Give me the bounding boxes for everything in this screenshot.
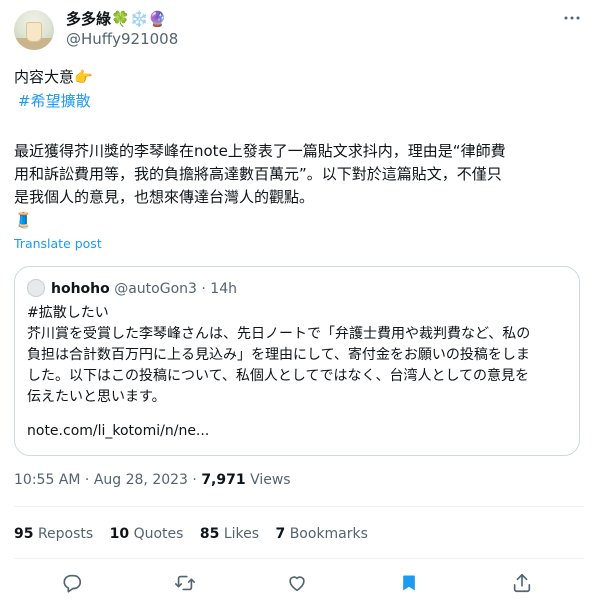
quoted-line-4: した。以下はこの投稿について、私個人としてではなく、台湾人としての意見を bbox=[27, 368, 530, 384]
quoted-separator: · bbox=[201, 281, 206, 297]
quoted-line-2: 芥川賞を受賞した李琴峰さんは、先日ノートで「弁護士費用や裁判費など、私の bbox=[27, 326, 531, 342]
author-display-name[interactable]: 多多綠🍀❄️🔮 bbox=[66, 9, 167, 29]
quoted-post-header: hohoho @autoGon3 · 14h bbox=[51, 279, 237, 299]
post-thread-emoji: 🧵 bbox=[14, 211, 33, 229]
meta-separator-2: · bbox=[192, 472, 197, 488]
bookmark-button[interactable] bbox=[392, 566, 426, 600]
post-hashtag[interactable]: #希望擴散 bbox=[18, 90, 91, 112]
post-intro-line: 内容大意👉 bbox=[14, 68, 93, 86]
quoted-author-handle: @autoGon3 bbox=[114, 281, 197, 297]
author-handle[interactable]: @Huffy921008 bbox=[66, 29, 178, 49]
quoted-author-name: hohoho bbox=[51, 281, 110, 297]
repost-button[interactable] bbox=[168, 566, 202, 600]
meta-separator: · bbox=[84, 472, 90, 488]
likes-count: 85 bbox=[199, 526, 220, 542]
repost-icon bbox=[175, 575, 195, 591]
share-icon bbox=[513, 573, 531, 593]
post-date[interactable]: Aug 28, 2023 bbox=[94, 472, 188, 488]
divider-top bbox=[14, 506, 584, 507]
translate-post-link[interactable]: Translate post bbox=[14, 236, 102, 251]
reposts-count: 95 bbox=[14, 526, 34, 542]
likes-stat[interactable]: 85 Likes bbox=[200, 524, 259, 544]
bookmarks-label: Bookmarks bbox=[289, 526, 368, 542]
quoted-post-time: 14h bbox=[210, 281, 237, 297]
heart-icon bbox=[289, 576, 305, 592]
divider-bottom bbox=[14, 558, 584, 559]
post-line-2: 用和訴訟費用等，我的負擔將高達數百萬元”。以下對於這篇貼文，不僅只 bbox=[14, 165, 502, 183]
avatar-cup bbox=[26, 22, 42, 42]
quoted-post-card[interactable]: hohoho @autoGon3 · 14h #拡散したい 芥川賞を受賞した李琴… bbox=[14, 266, 580, 456]
quoted-line-5: 伝えたいと思います。 bbox=[27, 389, 166, 405]
bookmarks-count: 7 bbox=[275, 526, 286, 542]
more-options-button[interactable] bbox=[560, 6, 584, 30]
action-bar bbox=[0, 566, 598, 602]
quotes-stat[interactable]: 10 Quotes bbox=[110, 524, 184, 544]
likes-label: Likes bbox=[223, 526, 260, 542]
like-button[interactable] bbox=[280, 566, 314, 600]
reply-icon bbox=[63, 574, 82, 593]
quoted-line-3: 負担は合計数百万円に上る見込み」を理由にして、寄付金をお願いの投稿をしま bbox=[27, 347, 530, 363]
reply-button[interactable] bbox=[55, 566, 89, 600]
post-line-1: 最近獲得芥川獎的李琴峰在note上發表了一篇貼文求抖内，理由是“律師費 bbox=[14, 142, 506, 160]
post-time[interactable]: 10:55 AM bbox=[14, 472, 80, 488]
views-count: 7,971 bbox=[201, 472, 246, 488]
reposts-stat[interactable]: 95 Reposts bbox=[14, 524, 93, 544]
quoted-author-avatar bbox=[27, 279, 45, 297]
engagement-stats: 95 Reposts 10 Quotes 85 Likes 7 Bookmark… bbox=[14, 524, 380, 544]
quoted-line-1: #拡散したい bbox=[27, 305, 109, 321]
views-label: Views bbox=[250, 472, 291, 488]
share-button[interactable] bbox=[505, 566, 539, 600]
quotes-count: 10 bbox=[109, 526, 130, 542]
post-line-3: 是我個人的意見，也想來傳達台灣人的觀點。 bbox=[14, 188, 315, 206]
bookmark-filled-icon bbox=[403, 575, 415, 591]
quotes-label: Quotes bbox=[133, 526, 184, 542]
author-avatar[interactable] bbox=[14, 10, 54, 50]
post-timestamp: 10:55 AM · Aug 28, 2023 · 7,971 Views bbox=[14, 470, 291, 490]
more-horizontal-icon bbox=[564, 16, 580, 20]
quoted-link[interactable]: note.com/li_kotomi/n/ne... bbox=[27, 421, 209, 442]
reposts-label: Reposts bbox=[37, 526, 94, 542]
bookmarks-stat[interactable]: 7 Bookmarks bbox=[276, 524, 368, 544]
